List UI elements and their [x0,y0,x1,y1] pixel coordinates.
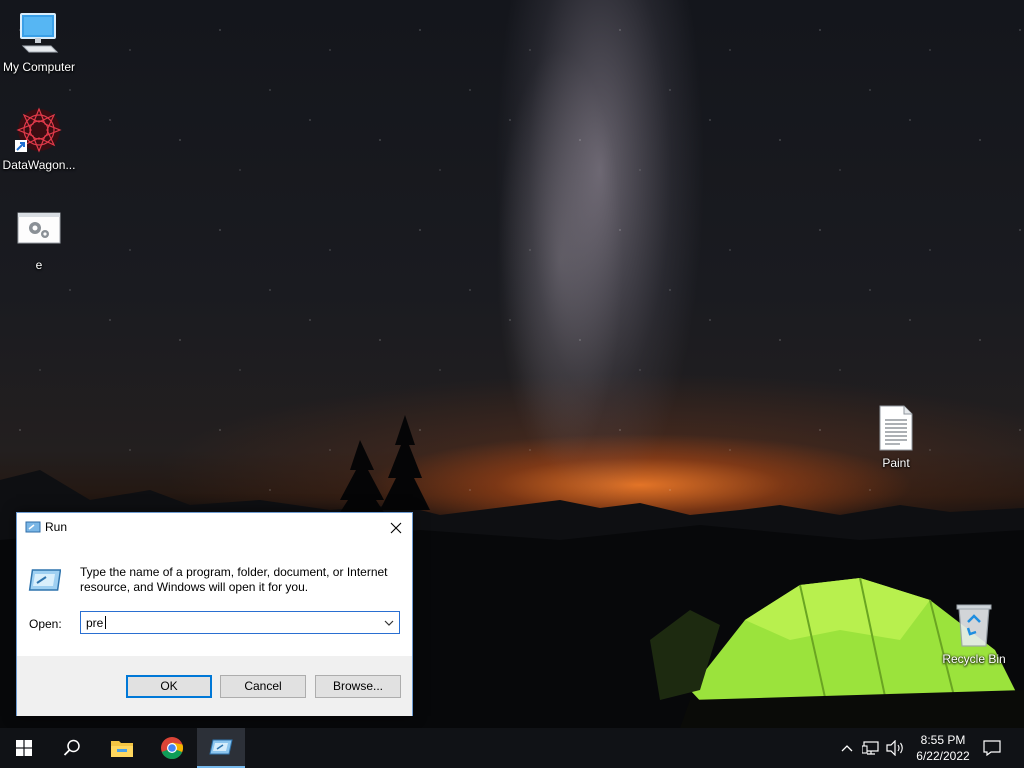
run-dialog: Run Type the name of a program, folder, … [16,512,413,716]
datawagon-shortcut-icon [15,107,62,153]
clock-time: 8:55 PM [920,733,966,747]
desktop-icon-recycle-bin[interactable]: Recycle Bin [936,600,1012,666]
desktop-icon-datawagon[interactable]: DataWagon... [1,106,77,172]
chevron-up-icon [841,745,853,752]
run-icon [25,521,41,533]
windows-start-icon [16,740,32,756]
computer-icon [20,13,59,53]
ok-button[interactable]: OK [126,675,212,698]
chrome-icon [161,737,184,759]
open-input[interactable] [81,612,377,633]
open-label: Open: [29,617,62,631]
desktop-icon-label: DataWagon... [2,158,76,172]
run-body: Type the name of a program, folder, docu… [17,542,412,656]
open-combobox[interactable] [80,611,400,634]
folder-icon [111,741,133,757]
desktop-icon-label: My Computer [2,60,76,74]
speaker-icon [886,740,903,756]
run-description: Type the name of a program, folder, docu… [80,565,388,594]
run-icon [209,739,233,755]
run-button-bar: OK Cancel Browse... [17,656,412,716]
taskbar-file-explorer[interactable] [98,728,146,768]
search-button[interactable] [48,728,96,768]
chevron-down-icon [384,620,393,626]
taskbar-run[interactable] [197,728,245,768]
run-title-bar[interactable]: Run [17,513,412,542]
search-icon [63,739,80,756]
settings-file-icon [17,212,61,244]
network-button[interactable] [860,728,882,768]
taskbar-clock[interactable]: 8:55 PM 6/22/2022 [908,732,978,764]
text-cursor [105,616,106,629]
action-center-button[interactable] [980,728,1004,768]
close-button[interactable] [380,513,412,542]
desktop-icon-label: Paint [882,456,910,470]
run-title: Run [45,520,68,534]
close-icon [390,522,402,533]
taskbar: 8:55 PM 6/22/2022 [0,728,1024,768]
volume-button[interactable] [884,728,906,768]
show-hidden-icons-button[interactable] [838,728,856,768]
recycle-bin-icon [956,604,992,647]
desktop-icon-my-computer[interactable]: My Computer [1,8,77,74]
network-icon [862,741,879,755]
start-button[interactable] [0,728,48,768]
cancel-button[interactable]: Cancel [220,675,306,698]
open-dropdown-button[interactable] [378,612,399,633]
desktop-icon-label: Recycle Bin [942,652,1006,666]
desktop-icon-e[interactable]: e [1,206,77,272]
notification-icon [983,740,1001,756]
desktop-icon-label: e [35,258,43,272]
taskbar-chrome[interactable] [148,728,196,768]
clock-date: 6/22/2022 [916,749,970,763]
run-program-icon [28,569,61,591]
desktop-icon-paint[interactable]: Paint [858,404,934,470]
browse-button[interactable]: Browse... [315,675,401,698]
text-document-icon [879,405,913,451]
